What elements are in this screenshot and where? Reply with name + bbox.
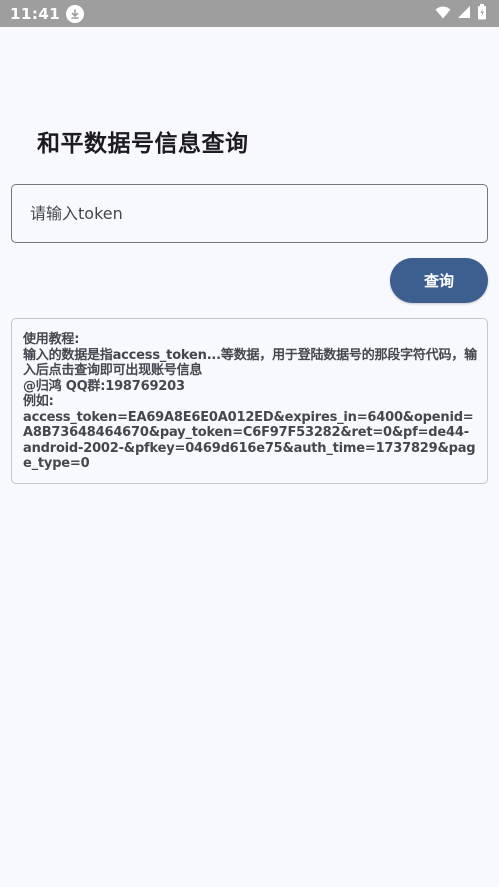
wifi-icon xyxy=(435,4,451,23)
status-right xyxy=(435,3,487,24)
tutorial-heading: 使用教程: xyxy=(23,332,80,347)
author-contact: @归鸿 QQ群:198769203 xyxy=(23,378,185,394)
status-time: 11:41 xyxy=(10,4,61,23)
query-button[interactable]: 查询 xyxy=(390,258,488,303)
example-token: access_token=EA69A8E6E0A012ED&expires_in… xyxy=(23,409,476,472)
status-bar: 11:41 xyxy=(0,0,499,27)
token-input[interactable] xyxy=(30,204,487,223)
page-title: 和平数据号信息查询 xyxy=(37,131,249,157)
token-field[interactable] xyxy=(11,184,488,243)
status-left: 11:41 xyxy=(10,4,85,23)
info-card: 使用教程: 输入的数据是指access_token...等数据，用于登陆数据号的… xyxy=(11,318,488,484)
download-icon xyxy=(66,4,85,23)
battery-icon xyxy=(477,3,487,24)
example-heading: 例如: xyxy=(23,394,54,409)
signal-icon xyxy=(457,4,471,23)
tutorial-description: 输入的数据是指access_token...等数据，用于登陆数据号的那段字符代码… xyxy=(23,347,477,379)
